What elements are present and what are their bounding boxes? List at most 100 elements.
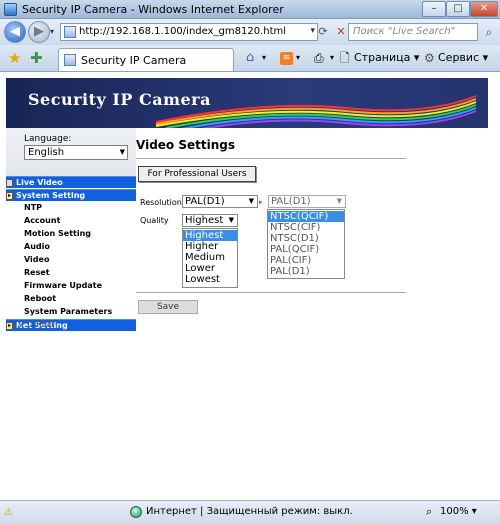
- quality-dropdown-list: Highest Higher Medium Lower Lowest: [182, 228, 238, 288]
- rss-dropdown-icon[interactable]: ▾: [296, 50, 300, 66]
- quality-option[interactable]: Highest: [183, 230, 237, 241]
- version-text: V 1.3008: [18, 320, 55, 329]
- search-input[interactable]: Поиск "Live Search": [348, 23, 478, 41]
- search-placeholder: Поиск "Live Search": [353, 26, 456, 37]
- page-icon: [64, 26, 76, 38]
- sidebar-item-reset[interactable]: Reset: [6, 267, 136, 279]
- favorites-star-icon[interactable]: ★: [8, 49, 21, 67]
- sidebar-item-ntp[interactable]: NTP: [6, 202, 136, 214]
- sidebar-item-account[interactable]: Account: [6, 215, 136, 227]
- sidebar-item-label: Account: [24, 216, 61, 225]
- sidebar-item-label: Reboot: [24, 294, 57, 303]
- quality-option[interactable]: Lowest: [183, 274, 237, 285]
- resolution-select-2[interactable]: PAL(D1) ▼: [268, 195, 346, 208]
- tab-security-ip-camera[interactable]: Security IP Camera: [58, 48, 234, 71]
- page-menu[interactable]: Страница ▾: [354, 50, 419, 66]
- page-title: Video Settings: [136, 138, 235, 152]
- status-bar: ⚠ Интернет | Защищенный режим: выкл. ⌕ 1…: [0, 500, 500, 524]
- page-icon: [64, 54, 76, 66]
- resolution-option[interactable]: NTSC(D1): [268, 233, 344, 244]
- magnifier-icon: ⌕: [426, 505, 433, 518]
- minimize-button[interactable]: –: [422, 1, 446, 17]
- resolution-option[interactable]: PAL(D1): [268, 266, 344, 277]
- refresh-icon[interactable]: ⟳: [314, 24, 332, 40]
- sidebar: Language: English ▼ Live Video ▸ System …: [6, 128, 136, 478]
- save-button[interactable]: Save: [138, 300, 198, 314]
- url-text: http://192.168.1.100/index_gm8120.html: [79, 26, 287, 37]
- quality-value: Highest: [185, 215, 224, 226]
- arrow-right-icon: ▸: [259, 198, 263, 206]
- chevron-down-icon: ▼: [248, 197, 254, 205]
- sidebar-item-reboot[interactable]: Reboot: [6, 293, 136, 305]
- sidebar-item-label: Audio: [24, 242, 50, 251]
- professional-users-button[interactable]: For Professional Users: [138, 166, 256, 182]
- gear-icon: ⚙: [424, 51, 435, 65]
- resolution-option[interactable]: NTSC(QCIF): [268, 211, 344, 222]
- quality-option[interactable]: Higher: [183, 241, 237, 252]
- resolution-select[interactable]: PAL(D1) ▼: [182, 195, 258, 208]
- resolution-dropdown-list: NTSC(QCIF) NTSC(CIF) NTSC(D1) PAL(QCIF) …: [267, 209, 345, 279]
- tab-title: Security IP Camera: [81, 54, 187, 67]
- status-text: Интернет | Защищенный режим: выкл.: [146, 506, 353, 517]
- sidebar-item-label: System Setting: [16, 191, 86, 200]
- history-dropdown-icon[interactable]: ▾: [50, 27, 54, 36]
- sidebar-item-system-parameters[interactable]: System Parameters: [6, 306, 136, 318]
- resolution2-value: PAL(D1): [271, 196, 311, 207]
- close-button[interactable]: ✕: [470, 1, 498, 17]
- resolution-option[interactable]: PAL(CIF): [268, 255, 344, 266]
- ie-icon: [4, 3, 17, 16]
- rss-feed-icon[interactable]: ≋: [280, 52, 293, 65]
- address-field[interactable]: http://192.168.1.100/index_gm8120.html ▾: [60, 23, 318, 41]
- print-dropdown-icon[interactable]: ▾: [330, 50, 334, 66]
- home-dropdown-icon[interactable]: ▾: [262, 50, 266, 66]
- zoom-level[interactable]: 100% ▾: [440, 506, 477, 517]
- resolution-value: PAL(D1): [185, 196, 225, 207]
- resolution-label: Resolution: [140, 198, 182, 207]
- maximize-button[interactable]: □: [446, 1, 470, 17]
- forward-button[interactable]: ▶: [28, 21, 50, 43]
- address-toolbar: ◀ ▶ ▾ http://192.168.1.100/index_gm8120.…: [0, 19, 500, 45]
- window-titlebar: Security IP Camera - Windows Internet Ex…: [0, 0, 500, 19]
- divider: [136, 158, 406, 159]
- main-panel: Video Settings For Professional Users Re…: [136, 128, 492, 478]
- tools-menu-label: Сервис: [438, 51, 480, 64]
- chevron-down-icon: ▼: [119, 148, 125, 156]
- language-panel: Language: English ▼: [6, 128, 136, 176]
- print-icon[interactable]: ⎙: [314, 50, 324, 66]
- sidebar-item-system-setting[interactable]: ▸ System Setting: [6, 189, 136, 201]
- language-label: Language:: [24, 134, 72, 144]
- quality-option[interactable]: Medium: [183, 252, 237, 263]
- resolution-option[interactable]: NTSC(CIF): [268, 222, 344, 233]
- sidebar-item-audio[interactable]: Audio: [6, 241, 136, 253]
- resolution-option[interactable]: PAL(QCIF): [268, 244, 344, 255]
- tools-menu[interactable]: Сервис ▾: [438, 50, 488, 66]
- chevron-down-icon: ▼: [228, 216, 234, 224]
- quality-select[interactable]: Highest ▼: [182, 214, 238, 227]
- sidebar-item-label: System Parameters: [24, 307, 113, 316]
- sidebar-item-label: Reset: [24, 268, 50, 277]
- back-button[interactable]: ◀: [4, 21, 26, 43]
- chevron-down-icon: ▼: [336, 197, 342, 205]
- banner-title: Security IP Camera: [28, 90, 211, 109]
- screen-icon: [6, 179, 13, 187]
- sidebar-item-label: Motion Setting: [24, 229, 91, 238]
- quality-label: Quality: [140, 216, 169, 225]
- expand-icon: ▸: [6, 192, 13, 200]
- page-menu-icon: 🗋: [340, 51, 350, 65]
- sidebar-item-label: NTP: [24, 203, 43, 212]
- search-icon[interactable]: ⌕: [480, 23, 498, 41]
- language-value: English: [28, 147, 65, 158]
- banner: Security IP Camera: [6, 78, 488, 128]
- internet-zone-icon: [130, 506, 142, 518]
- sidebar-item-live-video[interactable]: Live Video: [6, 176, 136, 188]
- divider: [136, 292, 406, 293]
- quality-option[interactable]: Lower: [183, 263, 237, 274]
- language-select[interactable]: English ▼: [24, 145, 128, 160]
- sidebar-item-motion-setting[interactable]: Motion Setting: [6, 228, 136, 240]
- add-favorites-icon[interactable]: ✚: [30, 49, 43, 67]
- page-content: Security IP Camera Language: English ▼ L…: [0, 72, 500, 500]
- sidebar-item-label: Video: [24, 255, 50, 264]
- home-icon[interactable]: ⌂: [246, 50, 254, 66]
- sidebar-item-video[interactable]: Video: [6, 254, 136, 266]
- sidebar-item-firmware-update[interactable]: Firmware Update: [6, 280, 136, 292]
